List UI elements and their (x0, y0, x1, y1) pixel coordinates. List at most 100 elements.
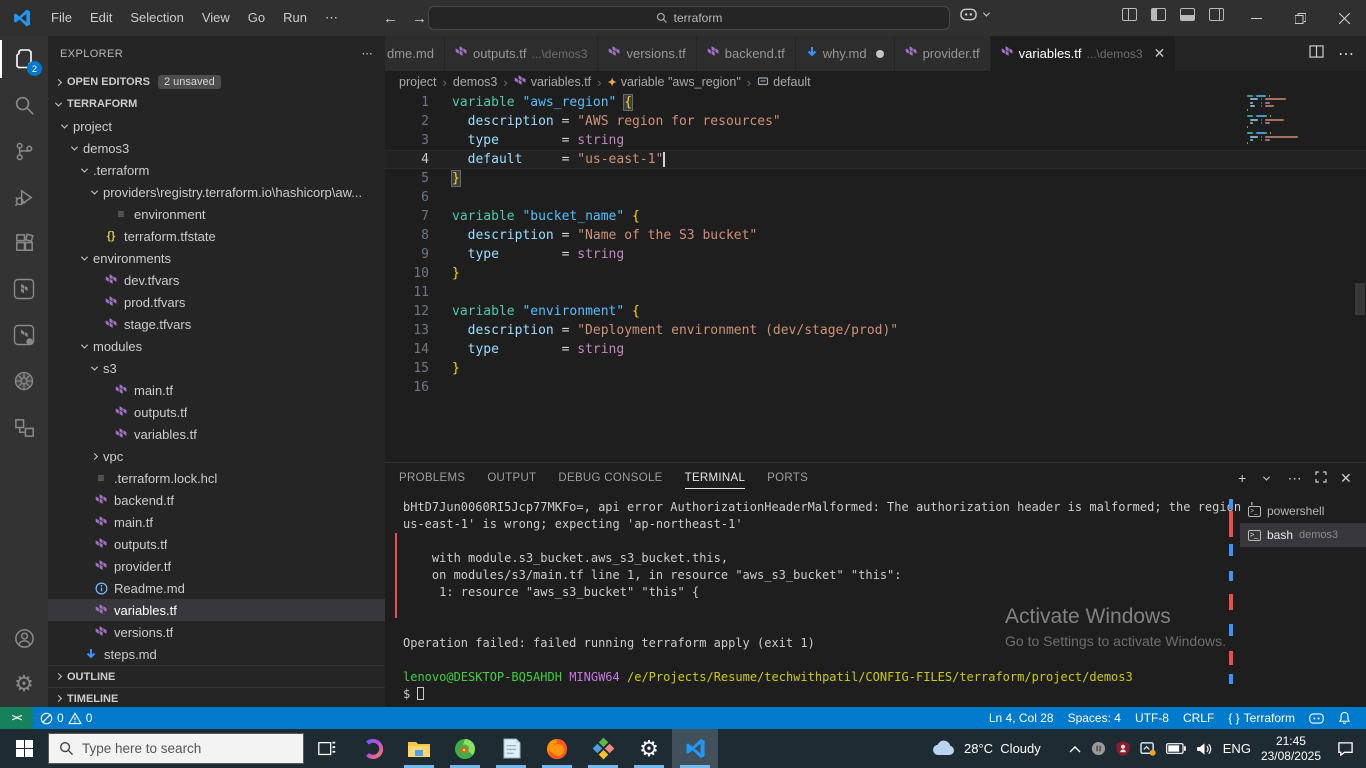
weather-widget[interactable]: 28°C Cloudy (930, 740, 1041, 757)
code-line-14[interactable]: 14 type = string (385, 340, 1366, 359)
panel-tab-debug-console[interactable]: DEBUG CONSOLE (558, 463, 662, 493)
tab-variables.tf[interactable]: variables.tf ...\demos3 ✕ (990, 36, 1177, 71)
remote-indicator[interactable]: >< (0, 707, 33, 729)
tree-item-main.tf[interactable]: main.tf (48, 511, 385, 533)
more-actions-icon[interactable]: ⋯ (1338, 44, 1354, 64)
code-line-7[interactable]: 7 variable "bucket_name" { (385, 207, 1366, 226)
tree-item-outputs.tf[interactable]: outputs.tf (48, 401, 385, 423)
code-line-1[interactable]: 1 variable "aws_region" { (385, 93, 1366, 112)
code-line-12[interactable]: 12 variable "environment" { (385, 302, 1366, 321)
tree-item-terraform.tfstate[interactable]: {} terraform.tfstate (48, 225, 385, 247)
panel-tab-output[interactable]: OUTPUT (487, 463, 536, 493)
tray-chevron-icon[interactable] (1069, 745, 1081, 753)
activity-source-control[interactable] (0, 128, 48, 174)
tab-versions.tf[interactable]: versions.tf (598, 36, 697, 71)
tree-item-versions.tf[interactable]: versions.tf (48, 621, 385, 643)
close-tab-icon[interactable]: ✕ (1154, 45, 1166, 62)
tab-outputs.tf[interactable]: outputs.tf ...\demos3 (444, 36, 599, 71)
tree-item-provider.tf[interactable]: provider.tf (48, 555, 385, 577)
activity-terraform-cloud[interactable] (0, 312, 48, 358)
explorer-actions-icon[interactable]: ⋯ (362, 47, 373, 60)
taskbar-firefox[interactable] (534, 729, 580, 768)
tab-dme.md[interactable]: dme.md (385, 36, 445, 71)
tree-item-.terraform.lock.hcl[interactable]: ≡ .terraform.lock.hcl (48, 467, 385, 489)
nav-back-icon[interactable]: ← (383, 10, 398, 27)
tree-item-prod.tfvars[interactable]: prod.tfvars (48, 291, 385, 313)
tree-item-project[interactable]: project (48, 115, 385, 137)
encoding[interactable]: UTF-8 (1128, 707, 1176, 729)
tray-app1-icon[interactable] (1091, 741, 1106, 756)
terminal-entry-powershell[interactable]: >_ powershell (1240, 499, 1366, 523)
close-panel-icon[interactable]: ✕ (1340, 470, 1352, 487)
code-line-6[interactable]: 6 (385, 188, 1366, 207)
minimap[interactable] (1247, 95, 1352, 149)
code-line-9[interactable]: 9 type = string (385, 245, 1366, 264)
menu-view[interactable]: View (193, 5, 239, 31)
workspace-section[interactable]: TERRAFORM (48, 93, 385, 115)
breadcrumb-1[interactable]: demos3 (453, 75, 497, 89)
taskbar-notepad[interactable] (488, 729, 534, 768)
breadcrumb-0[interactable]: project (399, 75, 437, 89)
panel-more-icon[interactable]: ⋯ (1288, 470, 1302, 487)
breadcrumb-4[interactable]: default (757, 75, 811, 90)
new-terminal-icon[interactable]: + (1238, 470, 1246, 486)
battery-icon[interactable] (1165, 743, 1186, 754)
taskbar-idm[interactable] (442, 729, 488, 768)
terminal-output[interactable]: bHtD7Jun0060RI5Jcp77MKFo=, api error Aut… (393, 499, 1366, 707)
tree-item-dev.tfvars[interactable]: dev.tfvars (48, 269, 385, 291)
problems-status[interactable]: 0 0 (33, 707, 99, 729)
tree-item-environments[interactable]: environments (48, 247, 385, 269)
taskbar-vscode[interactable] (672, 729, 718, 768)
activity-explorer[interactable]: 2 (0, 36, 48, 82)
tree-item-s3[interactable]: s3 (48, 357, 385, 379)
tree-item-.terraform[interactable]: .terraform (48, 159, 385, 181)
panel-tab-ports[interactable]: PORTS (767, 463, 808, 493)
tree-item-modules[interactable]: modules (48, 335, 385, 357)
section-outline[interactable]: OUTLINE (48, 665, 385, 687)
cursor-position[interactable]: Ln 4, Col 28 (982, 707, 1061, 729)
menu-run[interactable]: Run (274, 5, 316, 31)
tree-item-variables.tf[interactable]: variables.tf (48, 599, 385, 621)
code-line-13[interactable]: 13 description = "Deployment environment… (385, 321, 1366, 340)
open-editors-section[interactable]: OPEN EDITORS 2 unsaved (48, 71, 385, 93)
notifications-bell-icon[interactable] (1331, 707, 1358, 729)
tab-backend.tf[interactable]: backend.tf (696, 36, 796, 71)
menu-edit[interactable]: Edit (81, 5, 121, 31)
taskbar-diamond-app[interactable] (580, 729, 626, 768)
code-line-15[interactable]: 15} (385, 359, 1366, 378)
activity-kubernetes[interactable] (0, 358, 48, 404)
maximize-panel-icon[interactable] (1315, 470, 1327, 486)
terminal-dropdown-icon[interactable] (1262, 473, 1270, 481)
close-button[interactable] (1322, 0, 1366, 36)
activity-run-debug[interactable] (0, 174, 48, 220)
taskbar-clock[interactable]: 21:45 23/08/2025 (1261, 734, 1321, 764)
customize-layout-icon[interactable] (1122, 8, 1137, 21)
tree-item-outputs.tf[interactable]: outputs.tf (48, 533, 385, 555)
action-center-icon[interactable] (1331, 741, 1360, 757)
code-line-3[interactable]: 3 type = string (385, 131, 1366, 150)
activity-search[interactable] (0, 82, 48, 128)
tree-item-steps.md[interactable]: steps.md (48, 643, 385, 665)
code-line-2[interactable]: 2 description = "AWS region for resource… (385, 112, 1366, 131)
tree-item-Readme.md[interactable]: Readme.md (48, 577, 385, 599)
nav-forward-icon[interactable]: → (412, 10, 427, 27)
section-timeline[interactable]: TIMELINE (48, 687, 385, 707)
speaker-icon[interactable] (1196, 742, 1213, 756)
menu-more[interactable]: ⋯ (316, 5, 347, 31)
minimize-button[interactable] (1234, 0, 1278, 36)
panel-tab-terminal[interactable]: TERMINAL (684, 463, 746, 493)
code-editor[interactable]: 1 variable "aws_region" {2 description = … (385, 93, 1366, 462)
tree-item-vpc[interactable]: vpc (48, 445, 385, 467)
tree-item-environment[interactable]: ≡ environment (48, 203, 385, 225)
activity-terraform[interactable] (0, 266, 48, 312)
menu-selection[interactable]: Selection (121, 5, 192, 31)
tree-item-main.tf[interactable]: main.tf (48, 379, 385, 401)
panel-tab-problems[interactable]: PROBLEMS (399, 463, 465, 493)
taskbar-copilot[interactable] (350, 729, 396, 768)
language-mode[interactable]: { } Terraform (1221, 707, 1302, 729)
command-center[interactable]: terraform (428, 6, 950, 30)
indentation[interactable]: Spaces: 4 (1061, 707, 1128, 729)
tab-why.md[interactable]: why.md (795, 36, 895, 71)
tray-app2-icon[interactable] (1116, 741, 1130, 756)
toggle-panel-icon[interactable] (1180, 8, 1195, 21)
